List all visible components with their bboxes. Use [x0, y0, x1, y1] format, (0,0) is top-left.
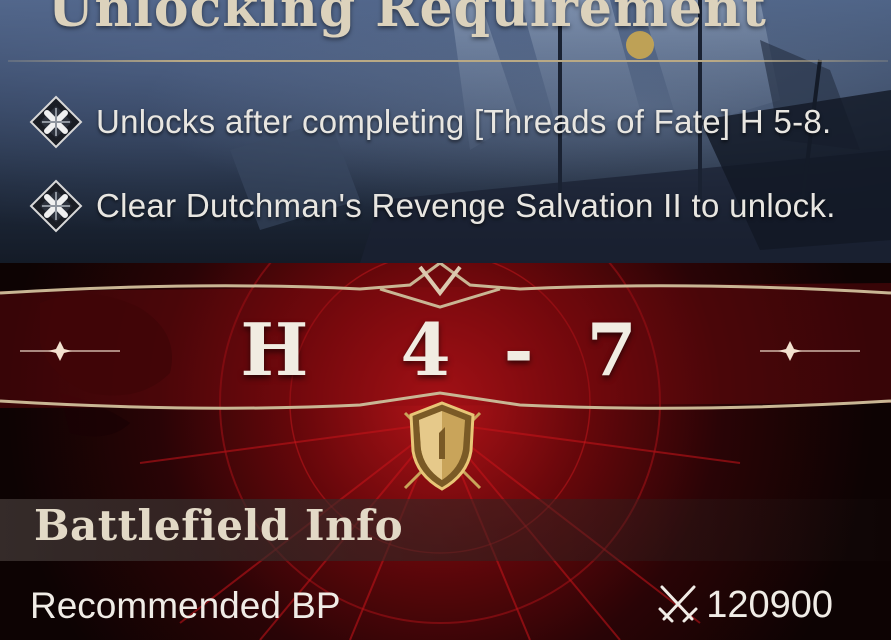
battlefield-info-title: Battlefield Info: [34, 501, 404, 550]
unlock-requirement-panel: Unlocking Requirement Unlocks after comp…: [0, 0, 891, 263]
requirement-text: Clear Dutchman's Revenge Salvation II to…: [96, 187, 836, 224]
title-divider: [8, 60, 888, 62]
stage-code: H 4 - 7: [240, 307, 651, 392]
recommended-bp-label: Recommended BP: [30, 585, 341, 626]
recommended-bp-value: 120900: [706, 583, 833, 626]
crossed-swords-icon: [658, 585, 698, 623]
recommended-bp: 120900: [656, 581, 833, 629]
requirement-text: Unlocks after completing [Threads of Fat…: [96, 103, 832, 140]
shield-emblem-icon: [403, 401, 482, 491]
diamond-cross-icon: [29, 95, 83, 149]
diamond-cross-icon: [29, 179, 83, 233]
requirement-item: Clear Dutchman's Revenge Salvation II to…: [28, 178, 836, 234]
stage-info-panel: H 4 - 7 Battlefield Info Recommended BP …: [0, 263, 891, 640]
requirement-item: Unlocks after completing [Threads of Fat…: [28, 94, 832, 150]
unlock-requirement-title: Unlocking Requirement: [48, 0, 767, 39]
